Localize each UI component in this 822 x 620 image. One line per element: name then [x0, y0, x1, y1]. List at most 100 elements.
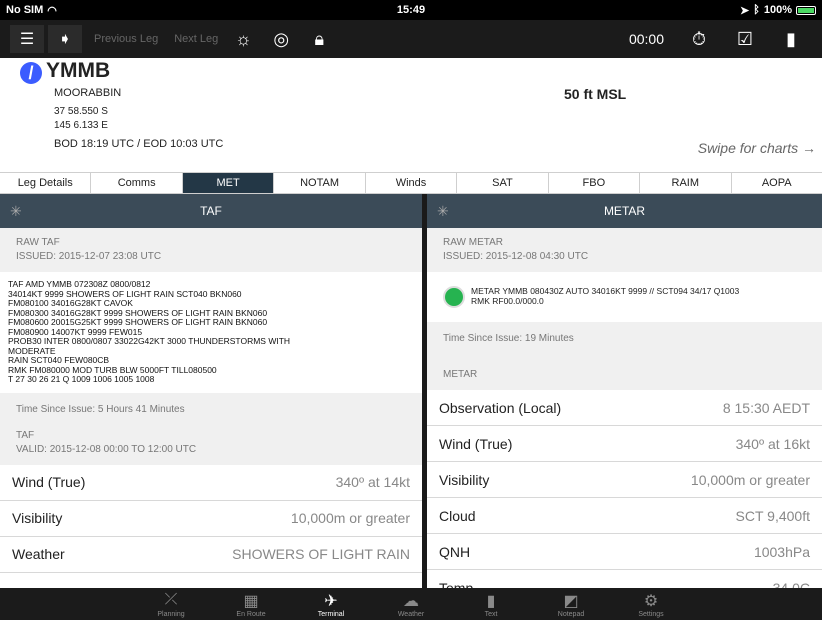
checklist-icon[interactable]: ☑: [728, 25, 762, 53]
bottom-tab-weather[interactable]: ☁ Weather: [371, 588, 451, 620]
raw-metar-block: METAR YMMB 080430Z AUTO 34016KT 9999 // …: [427, 272, 822, 322]
raw-taf-section: RAW TAF ISSUED: 2015-12-07 23:08 UTC: [0, 228, 422, 272]
bottom-tab-text[interactable]: ▮ Text: [451, 588, 531, 620]
clock: 15:49: [396, 4, 426, 16]
metar-decoded-section: Time Since Issue: 19 Minutes METAR: [427, 322, 822, 390]
tab-met[interactable]: MET: [182, 173, 275, 193]
tab-leg-details[interactable]: Leg Details: [0, 173, 92, 193]
book-icon: ▮: [486, 592, 496, 610]
metar-title: METAR: [603, 204, 646, 218]
row-label: Visibility: [439, 471, 490, 488]
row-label: Wind (True): [439, 435, 513, 452]
raw-metar-line: RMK RF00.0/000.0: [471, 296, 544, 306]
tab-sat[interactable]: SAT: [457, 173, 549, 193]
airport-logo-icon: /: [20, 62, 42, 84]
document-icon[interactable]: ▮: [774, 25, 808, 53]
row-label: Temp: [439, 579, 474, 589]
taf-valid: VALID: 2015-12-08 00:00 TO 12:00 UTC: [16, 443, 197, 455]
tab-aopa[interactable]: AOPA: [732, 173, 822, 193]
row-value: 34.0C: [772, 579, 810, 589]
metar-section-label: METAR: [443, 369, 478, 380]
battery-label: 100%: [763, 4, 792, 16]
raw-metar-label: RAW METAR: [443, 237, 503, 248]
raw-taf-line: PROB30 INTER 0800/0807 33022G42KT 3000 T…: [8, 336, 291, 346]
location-icon: ➤: [740, 4, 750, 17]
bod-eod: BOD 18:19 UTC / EOD 10:03 UTC: [54, 138, 224, 150]
raw-metar-line: METAR YMMB 080430Z AUTO 34016KT 9999 // …: [471, 286, 740, 296]
route-arrow-icon[interactable]: ➧: [48, 25, 82, 53]
metar-row-cloud: Cloud SCT 9,400ft: [427, 498, 822, 534]
bottom-tab-label: Terminal: [317, 610, 345, 618]
row-value: SHOWERS OF LIGHT RAIN: [232, 546, 410, 562]
row-value: 8 15:30 AEDT: [722, 399, 810, 416]
notepad-icon: ◩: [563, 592, 579, 610]
raw-metar-section: RAW METAR ISSUED: 2015-12-08 04:30 UTC: [427, 228, 822, 272]
lock-icon[interactable]: 🔒︎: [302, 25, 336, 53]
bottom-tab-planning[interactable]: ⤫ Planning: [131, 588, 211, 620]
loading-spinner-icon: ✳: [10, 203, 22, 219]
tab-raim[interactable]: RAIM: [640, 173, 732, 193]
airplane-icon: ✈: [324, 592, 338, 610]
taf-panel: RAW TAF ISSUED: 2015-12-07 23:08 UTC TAF…: [0, 228, 422, 588]
info-tabs: Leg Details Comms MET NOTAM Winds SAT FB…: [0, 172, 822, 194]
battery-icon: [796, 5, 816, 15]
row-label: Observation (Local): [439, 399, 562, 416]
taf-decoded-section: Time Since Issue: 5 Hours 41 Minutes TAF…: [0, 392, 422, 465]
loading-spinner-icon: ✳: [437, 203, 449, 219]
airport-latitude: 37 58.550 S: [54, 106, 108, 117]
bottom-tab-settings[interactable]: ⚙ Settings: [611, 588, 691, 620]
bottom-tab-en-route[interactable]: ▦ En Route: [211, 588, 291, 620]
metar-row-observation: Observation (Local) 8 15:30 AEDT: [427, 390, 822, 426]
previous-leg-button[interactable]: Previous Leg: [94, 33, 158, 45]
bottom-tab-notepad[interactable]: ◩ Notepad: [531, 588, 611, 620]
raw-taf-text: TAF AMD YMMB 072308Z 0800/0812 34014KT 9…: [0, 272, 422, 393]
taf-title: TAF: [200, 204, 222, 218]
stopwatch-icon[interactable]: ⏱: [682, 25, 716, 53]
row-label: Cloud: [439, 507, 476, 524]
bottom-tab-label: En Route: [236, 610, 266, 618]
wifi-icon: ◠: [47, 4, 57, 17]
taf-time-since: Time Since Issue: 5 Hours 41 Minutes: [16, 403, 185, 415]
weather-cloud-icon: ☁: [403, 592, 419, 610]
bottom-tab-label: Weather: [397, 610, 425, 618]
metar-time-since: Time Since Issue: 19 Minutes: [443, 333, 574, 344]
bottom-tab-label: Text: [484, 610, 498, 618]
row-value: 10,000m or greater: [290, 510, 410, 526]
toolbar: ☰ ➧ Previous Leg Next Leg ☼ ◎ 🔒︎ 00:00 ⏱…: [0, 20, 822, 58]
row-label: Visibility: [12, 510, 63, 526]
metar-row-qnh: QNH 1003hPa: [427, 534, 822, 570]
row-value: 1003hPa: [753, 543, 810, 560]
swipe-hint[interactable]: Swipe for charts →: [698, 140, 816, 156]
metar-row-temp: Temp 34.0C: [427, 570, 822, 589]
next-leg-button[interactable]: Next Leg: [174, 33, 218, 45]
raw-metar-text: METAR YMMB 080430Z AUTO 34016KT 9999 // …: [471, 286, 739, 306]
carrier-label: No SIM: [6, 4, 44, 16]
bottom-tab-bar: ⤫ Planning ▦ En Route ✈ Terminal ☁ Weath…: [0, 588, 822, 620]
brightness-icon[interactable]: ☼: [226, 25, 260, 53]
raw-taf-label: RAW TAF: [16, 237, 60, 248]
lifebuoy-icon[interactable]: ◎: [264, 25, 298, 53]
bottom-tab-terminal[interactable]: ✈ Terminal: [291, 588, 371, 620]
taf-section-label: TAF: [16, 429, 35, 441]
tab-fbo[interactable]: FBO: [549, 173, 641, 193]
row-label: QNH: [439, 543, 471, 560]
metar-row-wind: Wind (True) 340º at 16kt: [427, 426, 822, 462]
tab-notam[interactable]: NOTAM: [274, 173, 366, 193]
planning-icon: ⤫: [164, 590, 178, 608]
taf-row-wind: Wind (True) 340º at 14kt: [0, 465, 422, 501]
metar-issued: ISSUED: 2015-12-08 04:30 UTC: [443, 251, 589, 262]
metar-panel: RAW METAR ISSUED: 2015-12-08 04:30 UTC M…: [427, 228, 822, 588]
flight-timer: 00:00: [628, 31, 664, 47]
taf-issued: ISSUED: 2015-12-07 23:08 UTC: [16, 251, 162, 262]
map-icon: ▦: [243, 592, 259, 610]
airport-elevation: 50 ft MSL: [564, 86, 627, 102]
taf-panel-header: ✳ TAF: [0, 194, 422, 228]
row-label: Weather: [12, 546, 65, 562]
bottom-tab-label: Planning: [157, 610, 185, 618]
tab-comms[interactable]: Comms: [91, 173, 183, 193]
menu-list-icon[interactable]: ☰: [10, 25, 44, 53]
raw-taf-line: T 27 30 26 21 Q 1009 1006 1005 1008: [8, 374, 155, 384]
bottom-tab-label: Notepad: [557, 610, 585, 618]
metar-row-visibility: Visibility 10,000m or greater: [427, 462, 822, 498]
tab-winds[interactable]: Winds: [366, 173, 458, 193]
